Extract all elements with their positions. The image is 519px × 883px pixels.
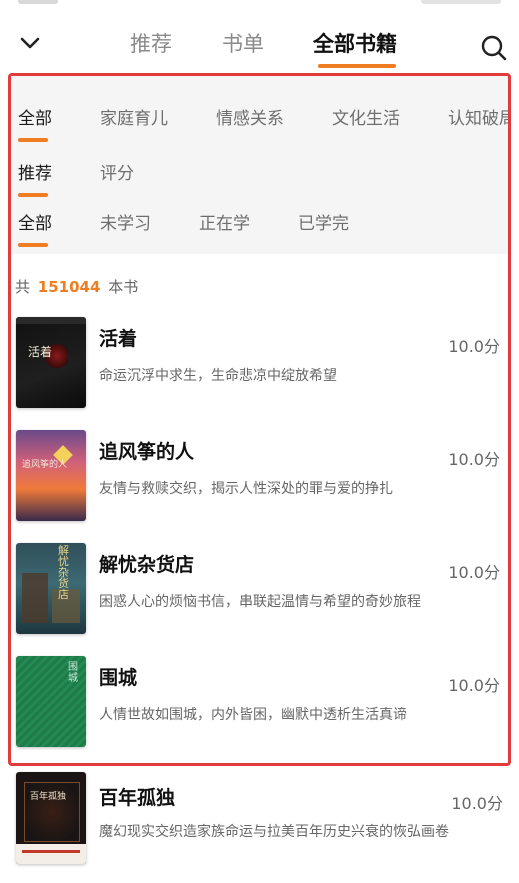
search-button[interactable] [478,32,510,64]
filter-progress-unread[interactable]: 未学习 [100,213,151,235]
book-score: 10.0分 [448,337,500,356]
filter-active-indicator [18,138,48,142]
book-title: 解忧杂货店 [99,554,195,576]
book-cover: 解忧杂货店 [16,543,86,634]
book-cover-title: 百年孤独 [30,792,67,802]
book-score: 10.0分 [448,676,500,695]
book-score: 10.0分 [448,563,500,582]
filter-active-indicator [18,243,48,247]
book-title: 百年孤独 [99,787,176,809]
book-cover-title: 解忧杂货店 [58,544,69,601]
filter-progress-all[interactable]: 全部 [18,213,52,247]
book-score: 10.0分 [448,450,500,469]
filter-sort-rating[interactable]: 评分 [100,163,134,185]
book-description: 魔幻现实交织造家族命运与拉美百年历史兴衰的恢弘画卷 [99,824,449,840]
book-title: 围城 [99,667,138,689]
book-filter-panel: 全部 家庭育儿 情感关系 文化生活 认知破局 推荐 评分 全部 未学习 正在学 … [8,73,511,766]
book-item[interactable]: 活着 活着 命运沉浮中求生，生命悲凉中绽放希望 10.0分 [11,317,508,417]
book-count-suffix: 本书 [108,278,139,296]
active-tab-indicator [318,64,396,68]
top-navigation: 推荐 书单 全部书籍 [0,22,519,74]
book-cover-title: 围城 [68,662,78,684]
book-cover: 追风筝的人 [16,430,86,521]
book-cover: 活着 [16,317,86,408]
book-description: 人情世故如围城，内外皆困，幽默中透析生活真谛 [99,707,407,723]
book-count-prefix: 共 [15,278,31,296]
filter-category-cognition[interactable]: 认知破局 [448,108,508,130]
book-item[interactable]: 围城 围城 人情世故如围城，内外皆困，幽默中透析生活真谛 10.0分 [11,656,508,756]
status-bar [0,0,519,8]
filter-section: 全部 家庭育儿 情感关系 文化生活 认知破局 推荐 评分 全部 未学习 正在学 … [11,76,508,254]
book-description: 命运沉浮中求生，生命悲凉中绽放希望 [99,368,337,384]
book-cover: 围城 [16,656,86,747]
book-score: 10.0分 [451,794,503,813]
collapse-button[interactable] [14,28,46,60]
tab-all-books[interactable]: 全部书籍 [313,30,397,58]
tab-booklist[interactable]: 书单 [222,30,264,58]
search-icon [481,35,507,61]
book-count-number: 151044 [37,278,101,296]
filter-active-indicator [18,193,48,197]
tab-recommend[interactable]: 推荐 [130,30,172,58]
filter-category-all[interactable]: 全部 [18,108,52,142]
filter-progress-finished[interactable]: 已学完 [298,213,349,235]
book-description: 友情与救赎交织，揭示人性深处的罪与爱的挣扎 [99,481,393,497]
book-item[interactable]: 解忧杂货店 解忧杂货店 困惑人心的烦恼书信，串联起温情与希望的奇妙旅程 10.0… [11,543,508,643]
chevron-down-icon [20,37,40,49]
book-cover: 百年孤独 [16,772,86,864]
status-bar-indicators [421,0,501,4]
status-bar-time [18,0,58,4]
book-count: 共 151044 本书 [15,276,138,297]
book-item[interactable]: 百年孤独 百年孤独 魔幻现实交织造家族命运与拉美百年历史兴衰的恢弘画卷 10.0… [8,772,519,882]
book-cover-title: 追风筝的人 [22,460,68,470]
book-item[interactable]: 追风筝的人 追风筝的人 友情与救赎交织，揭示人性深处的罪与爱的挣扎 10.0分 [11,430,508,530]
book-title: 追风筝的人 [99,441,195,463]
book-title: 活着 [99,328,138,350]
filter-progress-reading[interactable]: 正在学 [199,213,250,235]
filter-label: 全部 [18,109,52,129]
filter-category-culture[interactable]: 文化生活 [332,108,400,130]
filter-label: 推荐 [18,164,52,184]
filter-label: 全部 [18,214,52,234]
filter-category-family[interactable]: 家庭育儿 [100,108,168,130]
book-cover-title: 活着 [28,345,53,359]
book-description: 困惑人心的烦恼书信，串联起温情与希望的奇妙旅程 [99,594,421,610]
filter-sort-recommend[interactable]: 推荐 [18,163,52,197]
filter-category-emotion[interactable]: 情感关系 [216,108,284,130]
